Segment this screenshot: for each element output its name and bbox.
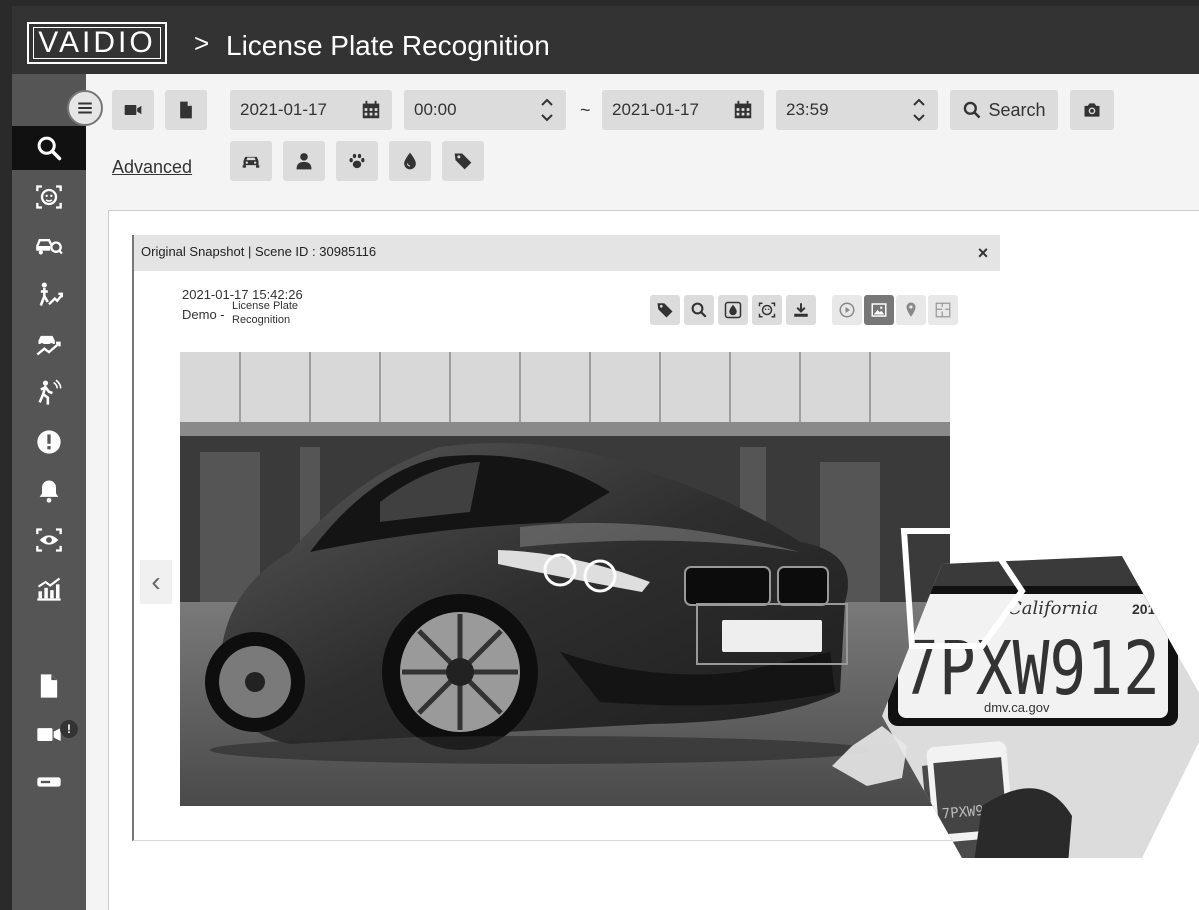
color-button[interactable]	[718, 295, 748, 325]
analytics-icon	[37, 577, 61, 601]
sidebar-item-documents[interactable]	[12, 664, 86, 708]
download-icon	[794, 303, 808, 317]
sidebar-item-face[interactable]	[12, 175, 86, 219]
breadcrumb-separator: >	[194, 28, 210, 58]
eye-icon	[36, 528, 62, 552]
sidebar-item-intrusion[interactable]	[12, 371, 86, 415]
floorplan-view-button[interactable]	[928, 295, 958, 325]
plate-closeup-svg: California 2018 7PXW912 dmv.ca.gov 7PXW9…	[832, 528, 1199, 858]
calendar-icon[interactable]	[360, 99, 382, 121]
map-pin-icon	[906, 302, 916, 317]
detected-plate-blank	[722, 620, 822, 652]
end-time-input[interactable]: 23:59	[776, 90, 938, 130]
person-filter-button[interactable]	[283, 141, 325, 181]
file-icon	[180, 101, 192, 119]
vehicle-tracking-icon	[36, 335, 61, 356]
sidebar-item-vehicle-search[interactable]	[12, 224, 86, 268]
drop-icon	[404, 152, 416, 170]
report-button[interactable]	[165, 90, 207, 130]
sidebar-item-alert[interactable]	[12, 420, 86, 464]
page-title: License Plate Recognition	[226, 30, 550, 61]
sidebar-item-search[interactable]	[12, 126, 86, 170]
vaidio-logo[interactable]: VAIDIO	[27, 22, 167, 64]
image-icon	[871, 303, 887, 317]
date-range-separator: ~	[580, 100, 591, 120]
close-button[interactable]: ×	[974, 244, 992, 262]
vehicle-search-icon	[36, 239, 63, 255]
person-icon	[296, 153, 312, 170]
tag-button[interactable]	[650, 295, 680, 325]
camera-filter-button[interactable]	[112, 90, 154, 130]
plate-year-text: 2018	[1132, 601, 1163, 617]
sidebar-item-cameras[interactable]: !	[12, 712, 86, 756]
previous-arrow-button[interactable]: ‹	[140, 560, 172, 604]
plate-website-text: dmv.ca.gov	[984, 700, 1050, 715]
start-time-input[interactable]: 00:00	[404, 90, 566, 130]
zoom-button[interactable]	[684, 295, 714, 325]
plate-state-text: California	[1008, 598, 1098, 619]
hamburger-icon	[78, 102, 92, 114]
start-date-input[interactable]: 2021-01-17	[230, 90, 392, 130]
end-time-value: 23:59	[786, 100, 829, 119]
search-button[interactable]: Search	[950, 90, 1058, 130]
logo-border	[33, 27, 161, 59]
play-icon	[839, 302, 855, 318]
drop-icon	[724, 301, 742, 319]
play-button[interactable]	[832, 295, 862, 325]
sidebar-item-watch[interactable]	[12, 518, 86, 562]
sidebar: !	[12, 74, 86, 910]
tag-icon	[657, 303, 673, 318]
vehicle-icon	[242, 156, 260, 168]
snapshot-camera: Demo -	[182, 307, 225, 322]
magnifier-icon	[691, 302, 707, 318]
snapshot-button[interactable]	[1070, 90, 1114, 130]
sidebar-item-person-tracking[interactable]	[12, 273, 86, 317]
camera-warning-badge: !	[60, 720, 78, 738]
image-view-button[interactable]	[864, 295, 894, 325]
end-date-value: 2021-01-17	[612, 100, 699, 119]
advanced-link[interactable]: Advanced	[112, 157, 192, 178]
calendar-icon[interactable]	[732, 99, 754, 121]
end-date-input[interactable]: 2021-01-17	[602, 90, 764, 130]
server-icon	[37, 777, 61, 787]
start-time-value: 00:00	[414, 100, 457, 119]
time-spinner-icon[interactable]	[912, 96, 926, 124]
face-scan-icon	[758, 302, 776, 318]
plate-closeup-graphic: California 2018 7PXW912 dmv.ca.gov 7PXW9…	[812, 516, 1199, 910]
animal-filter-button[interactable]	[336, 141, 378, 181]
face-recognition-icon	[36, 185, 62, 209]
download-button[interactable]	[786, 295, 816, 325]
dialog-header: Original Snapshot | Scene ID : 30985116 …	[134, 235, 1000, 271]
sidebar-item-analytics[interactable]	[12, 567, 86, 611]
photo-camera-icon	[1084, 103, 1100, 117]
intrusion-icon	[38, 379, 62, 405]
sidebar-item-vehicle-tracking[interactable]	[12, 322, 86, 366]
paw-icon	[349, 153, 365, 169]
time-spinner-icon[interactable]	[540, 96, 554, 124]
tag-filter-button[interactable]	[442, 141, 484, 181]
person-tracking-icon	[39, 282, 63, 306]
document-icon	[40, 674, 58, 698]
app-window: VAIDIO > License Plate Recognition ! 202…	[12, 6, 1199, 910]
top-bar: VAIDIO > License Plate Recognition	[12, 6, 1199, 74]
start-date-value: 2021-01-17	[240, 100, 327, 119]
bell-icon	[39, 480, 59, 503]
vehicle-filter-button[interactable]	[230, 141, 272, 181]
search-icon	[37, 136, 62, 161]
menu-toggle-button[interactable]	[67, 90, 103, 126]
camera-icon	[37, 728, 61, 741]
search-icon	[964, 101, 981, 119]
sidebar-item-server[interactable]	[12, 760, 86, 804]
alert-icon	[37, 430, 61, 454]
snapshot-module: License Plate Recognition	[232, 300, 299, 326]
tag-icon	[454, 153, 472, 170]
search-label: Search	[988, 99, 1046, 120]
sidebar-item-notifications[interactable]	[12, 469, 86, 513]
map-view-button[interactable]	[896, 295, 926, 325]
dialog-title: Original Snapshot | Scene ID : 30985116	[141, 244, 377, 259]
color-filter-button[interactable]	[389, 141, 431, 181]
video-camera-icon	[124, 105, 142, 115]
face-button[interactable]	[752, 295, 782, 325]
floorplan-icon	[935, 302, 951, 318]
